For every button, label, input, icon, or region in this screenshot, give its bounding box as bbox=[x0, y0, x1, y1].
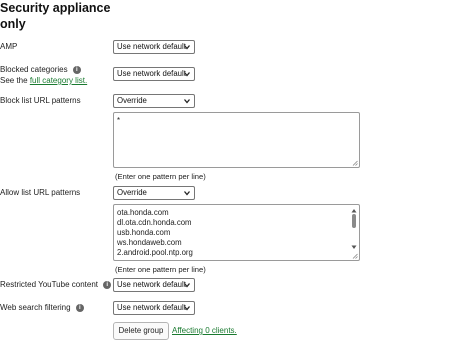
allow-list-select[interactable]: Override bbox=[113, 186, 195, 200]
scrollbar[interactable] bbox=[351, 208, 357, 258]
web-search-select-value: Use network default bbox=[117, 303, 186, 312]
resize-handle-icon[interactable] bbox=[352, 160, 358, 166]
allow-list-line: dl.ota.cdn.honda.com bbox=[117, 218, 192, 227]
web-search-label-row: Web search filtering i bbox=[0, 303, 84, 312]
allow-list-label: Allow list URL patterns bbox=[0, 188, 81, 197]
allow-list-line: usb.honda.com bbox=[117, 228, 171, 237]
scrollbar-thumb[interactable] bbox=[352, 214, 356, 228]
allow-list-textarea[interactable]: ota.honda.com dl.ota.cdn.honda.com usb.h… bbox=[113, 204, 360, 261]
full-category-list-link[interactable]: full category list. bbox=[30, 76, 87, 85]
amp-label: AMP bbox=[0, 42, 18, 51]
web-search-select[interactable]: Use network default bbox=[113, 301, 195, 315]
info-icon[interactable]: i bbox=[75, 304, 84, 312]
affecting-clients-link[interactable]: Affecting 0 clients. bbox=[172, 326, 237, 335]
chevron-down-icon bbox=[184, 283, 190, 288]
section-heading-line2: only bbox=[0, 17, 26, 31]
resize-handle-icon[interactable] bbox=[352, 253, 358, 259]
allow-list-line: 2.android.pool.ntp.org bbox=[117, 248, 193, 257]
section-heading: Security appliance only bbox=[0, 0, 130, 32]
block-list-select[interactable]: Override bbox=[113, 94, 195, 108]
restricted-youtube-select[interactable]: Use network default bbox=[113, 278, 195, 292]
chevron-down-icon bbox=[184, 306, 190, 311]
see-prefix: See the bbox=[0, 76, 28, 85]
allow-list-line: ota.honda.com bbox=[117, 208, 169, 217]
allow-list-line: ws.hondaweb.com bbox=[117, 238, 182, 247]
delete-group-button[interactable]: Delete group bbox=[113, 322, 169, 340]
restricted-youtube-label-row: Restricted YouTube content i bbox=[0, 280, 112, 289]
amp-select[interactable]: Use network default bbox=[113, 40, 195, 54]
chevron-down-icon bbox=[184, 191, 190, 196]
section-heading-line1: Security appliance bbox=[0, 1, 111, 15]
restricted-youtube-select-value: Use network default bbox=[117, 280, 186, 289]
block-list-textarea[interactable]: * bbox=[113, 112, 360, 168]
chevron-down-icon bbox=[184, 99, 190, 104]
category-list-row: See the full category list. bbox=[0, 76, 87, 85]
block-list-label: Block list URL patterns bbox=[0, 96, 81, 105]
chevron-down-icon bbox=[184, 72, 190, 77]
restricted-youtube-label: Restricted YouTube content bbox=[0, 280, 98, 289]
block-list-hint: (Enter one pattern per line) bbox=[115, 172, 206, 181]
blocked-categories-select-value: Use network default bbox=[117, 69, 186, 78]
amp-select-value: Use network default bbox=[117, 42, 186, 51]
info-icon[interactable]: i bbox=[72, 66, 81, 74]
scroll-up-icon[interactable] bbox=[351, 208, 357, 213]
block-list-select-value: Override bbox=[117, 96, 147, 105]
block-list-textarea-text: * bbox=[117, 116, 121, 125]
blocked-categories-select[interactable]: Use network default bbox=[113, 67, 195, 81]
web-search-label: Web search filtering bbox=[0, 303, 71, 312]
blocked-categories-label-row: Blocked categories i bbox=[0, 65, 81, 74]
chevron-down-icon bbox=[184, 45, 190, 50]
allow-list-hint: (Enter one pattern per line) bbox=[115, 265, 206, 274]
scroll-down-icon[interactable] bbox=[351, 245, 357, 250]
allow-list-select-value: Override bbox=[117, 188, 147, 197]
info-icon[interactable]: i bbox=[103, 281, 112, 289]
blocked-categories-label: Blocked categories bbox=[0, 65, 68, 74]
